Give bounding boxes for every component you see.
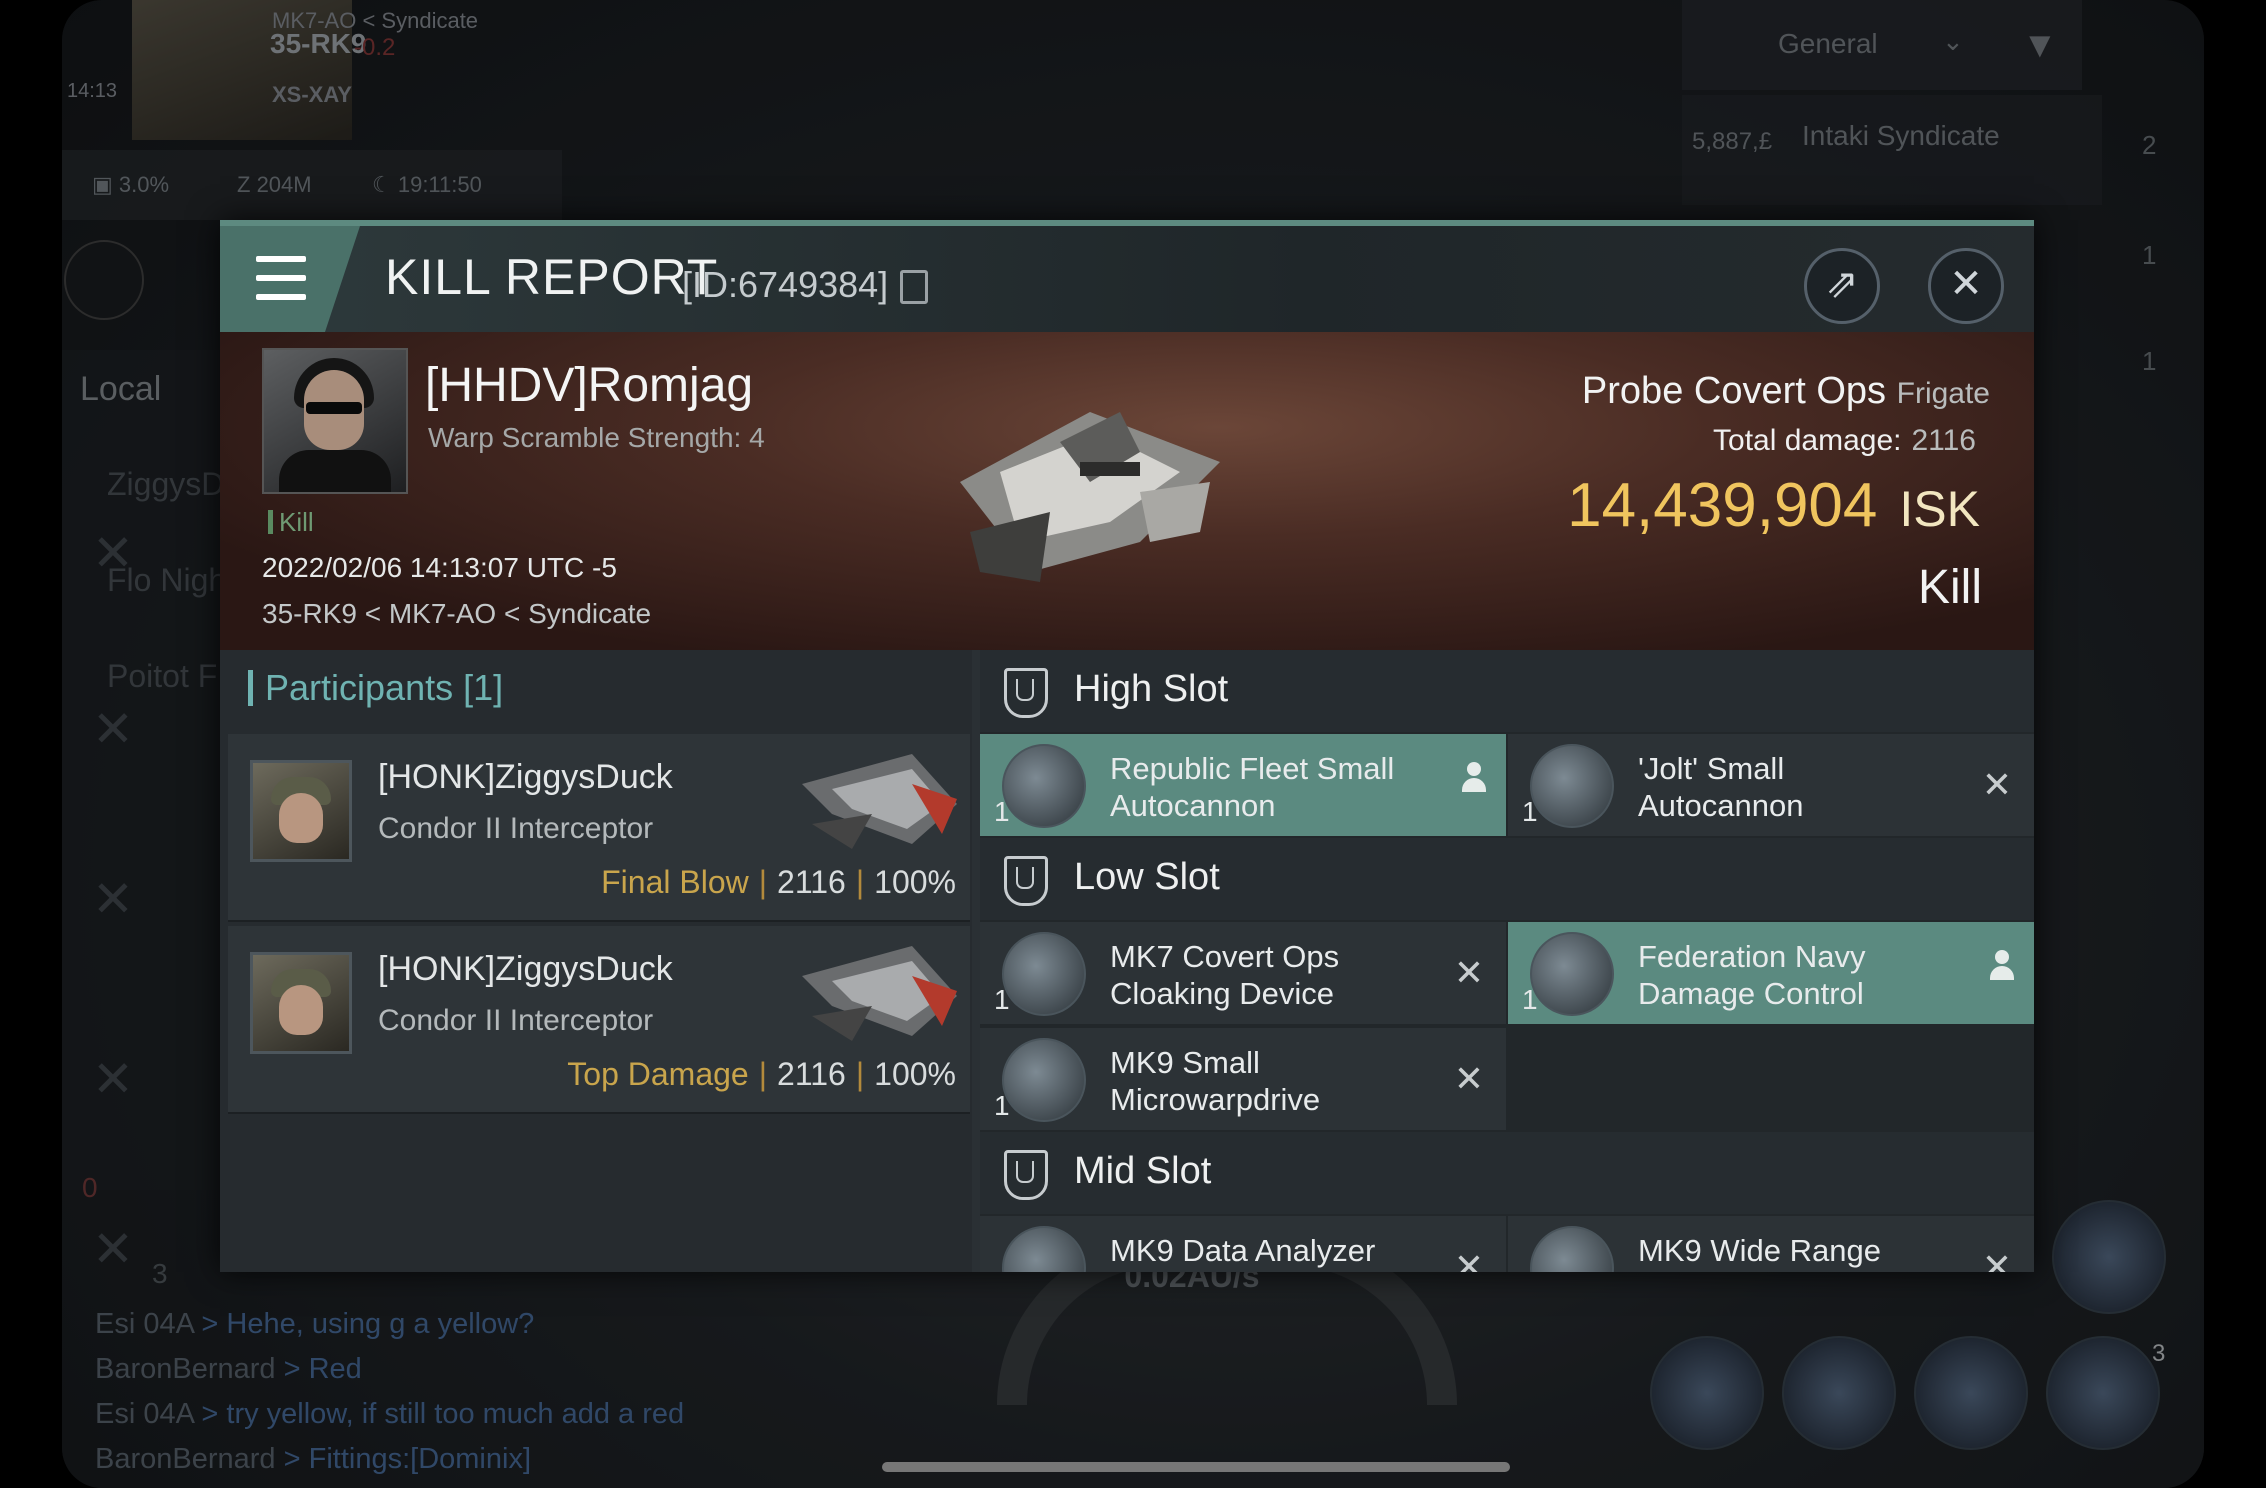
close-button[interactable]: ✕ [1928, 248, 2004, 324]
module-quantity: 1 [994, 796, 1010, 827]
participant-damage: 2116 [777, 864, 846, 900]
kill-id: [ID:6749384] [682, 264, 889, 305]
slot-label: Low Slot [1074, 856, 1220, 898]
kill-location: 35-RK9 < MK7-AO < Syndicate [262, 598, 652, 629]
module-name: 'Jolt' Small Autocannon [1638, 751, 1804, 823]
isk-value: 14,439,904 ISK [1567, 470, 1980, 541]
victim-ship-name[interactable]: Probe Covert Ops Frigate [1582, 370, 1990, 413]
menu-icon [256, 256, 306, 300]
kill-tag: Kill [268, 509, 314, 535]
isk-amount: 14,439,904 [1567, 471, 1878, 540]
victim-ship-image[interactable] [940, 372, 1240, 592]
module-name: MK9 Data Analyzer [1110, 1233, 1376, 1268]
isk-unit: ISK [1899, 481, 1980, 537]
autocannon-icon [1530, 744, 1614, 828]
module-name: Federation Navy Damage Control [1638, 939, 1866, 1011]
module-name: Republic Fleet Small Autocannon [1110, 751, 1395, 823]
participant-ship: Condor II Interceptor [378, 1004, 654, 1037]
module-item[interactable]: 1 MK9 Wide Range ✕ [1508, 1216, 2034, 1272]
close-icon: ✕ [1949, 262, 1983, 306]
module-name: MK9 Wide Range [1638, 1233, 1881, 1268]
slot-label: Mid Slot [1074, 1150, 1212, 1192]
participant-ship: Condor II Interceptor [378, 812, 654, 845]
victim-banner: [HHDV]Romjag Warp Scramble Strength: 4 K… [220, 332, 2034, 650]
participant-name: [HONK]ZiggysDuck [378, 758, 673, 796]
participant-role: Final Blow [601, 864, 749, 900]
x-icon: ✕ [1453, 952, 1484, 993]
mid-slot-header: Mid Slot [980, 1132, 2034, 1214]
victim-subtitle: Warp Scramble Strength: 4 [428, 422, 765, 453]
victim-portrait[interactable] [262, 348, 408, 494]
fitting-panel: High Slot 1 Republic Fleet Small Autocan… [980, 650, 2034, 1272]
participant-name: [HONK]ZiggysDuck [378, 950, 673, 988]
participant-damage: 2116 [777, 1056, 846, 1092]
shield-icon [1004, 856, 1048, 906]
module-quantity: 1 [1522, 984, 1538, 1015]
module-quantity: 1 [994, 984, 1010, 1015]
total-damage-label: Total damage: [1713, 424, 1902, 457]
x-icon: ✕ [1453, 1246, 1484, 1272]
person-icon [1990, 950, 2014, 986]
participant-stats: Top Damage | 2116 | 100% [567, 1056, 956, 1092]
x-icon: ✕ [1453, 1058, 1484, 1099]
shield-icon [1004, 668, 1048, 718]
total-damage-value: 2116 [1911, 424, 1976, 457]
copy-icon[interactable] [900, 270, 928, 304]
participant-row[interactable]: [HONK]ZiggysDuck Condor II Interceptor T… [228, 926, 970, 1114]
module-item[interactable]: 1 MK9 Small Microwarpdrive ✕ [980, 1028, 1506, 1130]
module-name: MK7 Covert Ops Cloaking Device [1110, 939, 1340, 1011]
kill-report-dialog: KILL REPORT [ID:6749384] ⇗ ✕ [HHDV]Romja… [220, 220, 2034, 1272]
participant-percent: 100% [874, 864, 956, 900]
victim-name[interactable]: [HHDV]Romjag [425, 358, 753, 413]
ship-class: Frigate [1896, 377, 1990, 410]
menu-button[interactable] [220, 226, 360, 332]
kill-report-header: KILL REPORT [ID:6749384] ⇗ ✕ [220, 226, 2034, 332]
total-damage: Total damage: 2116 [1713, 424, 1976, 458]
participant-stats: Final Blow | 2116 | 100% [601, 864, 956, 900]
damage-control-icon [1530, 932, 1614, 1016]
module-item[interactable]: 1 Republic Fleet Small Autocannon [980, 734, 1506, 836]
shield-icon [1004, 1150, 1048, 1200]
high-slot-header: High Slot [980, 650, 2034, 732]
x-icon: ✕ [1981, 1246, 2012, 1272]
external-link-icon[interactable]: ⇗ [1804, 248, 1880, 324]
kill-date: 2022/02/06 14:13:07 UTC -5 [262, 552, 617, 583]
module-item[interactable]: 1 MK9 Data Analyzer ✕ [980, 1216, 1506, 1272]
low-slot-header: Low Slot [980, 838, 2034, 920]
participants-title: Participants [1] [248, 670, 503, 706]
result-label: Kill [1917, 561, 1982, 614]
dialog-title: KILL REPORT [385, 249, 719, 305]
module-item[interactable]: 1 MK7 Covert Ops Cloaking Device ✕ [980, 922, 1506, 1024]
participant-role: Top Damage [567, 1056, 749, 1092]
x-icon: ✕ [1981, 764, 2012, 805]
cloaking-device-icon [1002, 932, 1086, 1016]
home-indicator[interactable] [882, 1462, 1510, 1472]
data-analyzer-icon [1002, 1226, 1086, 1272]
slot-label: High Slot [1074, 668, 1229, 710]
wide-range-icon [1530, 1226, 1614, 1272]
avatar [250, 952, 352, 1054]
participant-ship-image [802, 754, 957, 849]
autocannon-icon [1002, 744, 1086, 828]
microwarpdrive-icon [1002, 1038, 1086, 1122]
participant-row[interactable]: [HONK]ZiggysDuck Condor II Interceptor F… [228, 734, 970, 922]
ship-name-text: Probe Covert Ops [1581, 370, 1887, 412]
person-icon [1462, 762, 1486, 798]
module-quantity: 1 [1522, 796, 1538, 827]
module-item[interactable]: 1 'Jolt' Small Autocannon ✕ [1508, 734, 2034, 836]
module-quantity: 1 [994, 1090, 1010, 1121]
avatar [250, 760, 352, 862]
participant-ship-image [802, 946, 957, 1041]
module-item[interactable]: 1 Federation Navy Damage Control [1508, 922, 2034, 1024]
module-name: MK9 Small Microwarpdrive [1110, 1045, 1321, 1117]
participants-panel: Participants [1] [HONK]ZiggysDuck Condor… [220, 650, 972, 1272]
participant-percent: 100% [874, 1056, 956, 1092]
